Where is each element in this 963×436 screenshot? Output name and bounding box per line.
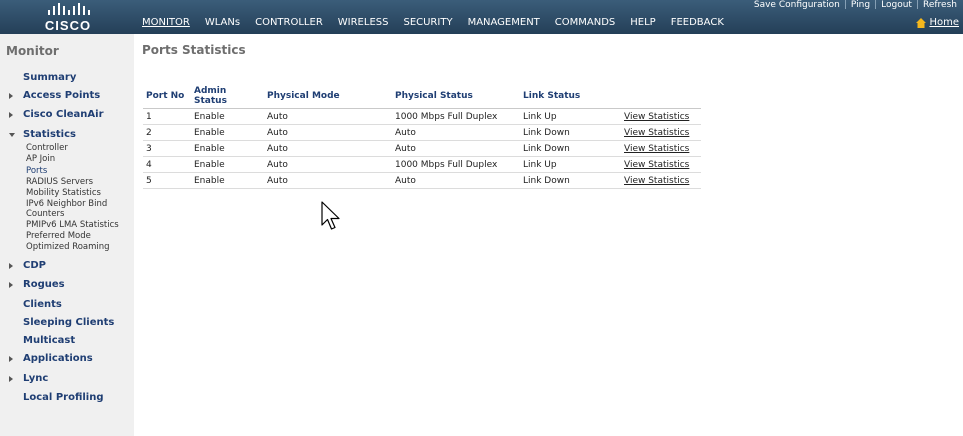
physical-mode-cell: Auto [264, 156, 392, 173]
sidebar-item-local-profiling[interactable]: Local Profiling [23, 392, 104, 403]
expand-arrow-icon[interactable] [9, 356, 13, 362]
admin-status-cell: Enable [191, 140, 264, 157]
sidebar-subitem-optimized-roaming[interactable]: Optimized Roaming [26, 242, 110, 252]
port-no-cell: 3 [143, 140, 191, 157]
physical-mode-cell: Auto [264, 140, 392, 157]
table-header-row: Port No Admin Status Physical Mode Physi… [143, 84, 701, 109]
sidebar-item-statistics[interactable]: Statistics [23, 129, 76, 140]
physical-status-cell: Auto [392, 124, 520, 141]
physical-mode-cell: Auto [264, 124, 392, 141]
nav-wireless[interactable]: WIRELESS [338, 17, 389, 28]
sidebar-subitem-controller[interactable]: Controller [26, 143, 68, 153]
collapse-arrow-icon[interactable] [9, 133, 15, 137]
expand-arrow-icon[interactable] [9, 376, 13, 382]
nav-commands[interactable]: COMMANDS [555, 17, 615, 28]
admin-status-cell: Enable [191, 172, 264, 189]
sidebar-subitem-ap-join[interactable]: AP Join [26, 154, 55, 164]
page-title: Ports Statistics [142, 43, 246, 57]
column-header-actions [621, 84, 701, 109]
admin-status-cell: Enable [191, 156, 264, 173]
nav-help[interactable]: HELP [630, 17, 655, 28]
view-statistics-link[interactable]: View Statistics [621, 140, 701, 157]
home-link[interactable]: Home [916, 17, 959, 28]
expand-arrow-icon[interactable] [9, 112, 13, 118]
sidebar-item-multicast[interactable]: Multicast [23, 335, 75, 346]
link-status-cell: Link Up [520, 108, 621, 125]
sidebar-title: Monitor [6, 44, 59, 58]
cisco-bars-icon [48, 3, 90, 15]
sidebar-subitem-mobility-statistics[interactable]: Mobility Statistics [26, 188, 101, 198]
column-header-link-status: Link Status [520, 84, 621, 109]
refresh-link[interactable]: Refresh [919, 0, 961, 10]
main-nav: MONITOR WLANs CONTROLLER WIRELESS SECURI… [142, 17, 739, 28]
column-header-physical-status: Physical Status [392, 84, 520, 109]
sidebar-subitem-radius-servers[interactable]: RADIUS Servers [26, 177, 93, 187]
logout-link[interactable]: Logout [877, 0, 916, 10]
sidebar-item-sleeping-clients[interactable]: Sleeping Clients [23, 317, 114, 328]
physical-status-cell: 1000 Mbps Full Duplex [392, 156, 520, 173]
table-row: 1 Enable Auto 1000 Mbps Full Duplex Link… [143, 108, 701, 125]
table-row: 2 Enable Auto Auto Link Down View Statis… [143, 124, 701, 141]
save-configuration-link[interactable]: Save Configuration [750, 0, 844, 10]
sidebar-item-applications[interactable]: Applications [23, 353, 93, 364]
nav-monitor[interactable]: MONITOR [142, 17, 190, 28]
home-icon [916, 17, 927, 28]
home-label: Home [929, 17, 959, 28]
admin-status-cell: Enable [191, 124, 264, 141]
sidebar-item-lync[interactable]: Lync [23, 373, 48, 384]
expand-arrow-icon[interactable] [9, 263, 13, 269]
top-header: CISCO Save Configuration | Ping | Logout… [0, 0, 963, 34]
sidebar-item-access-points[interactable]: Access Points [23, 90, 100, 101]
physical-status-cell: 1000 Mbps Full Duplex [392, 108, 520, 125]
sidebar-subitem-pmipv6-lma-statistics[interactable]: PMIPv6 LMA Statistics [26, 220, 119, 230]
column-header-physical-mode: Physical Mode [264, 84, 392, 109]
table-row: 4 Enable Auto 1000 Mbps Full Duplex Link… [143, 156, 701, 173]
sidebar-subitem-ipv6-neighbor-bind[interactable]: IPv6 Neighbor Bind [26, 199, 107, 209]
table-row: 5 Enable Auto Auto Link Down View Statis… [143, 172, 701, 189]
expand-arrow-icon[interactable] [9, 282, 13, 288]
ping-link[interactable]: Ping [847, 0, 874, 10]
expand-arrow-icon[interactable] [9, 93, 13, 99]
sidebar-subitem-preferred-mode[interactable]: Preferred Mode [26, 231, 91, 241]
nav-management[interactable]: MANAGEMENT [468, 17, 540, 28]
sidebar-item-clients[interactable]: Clients [23, 299, 62, 310]
column-header-admin-status: Admin Status [191, 84, 264, 109]
physical-status-cell: Auto [392, 140, 520, 157]
admin-status-cell: Enable [191, 108, 264, 125]
view-statistics-link[interactable]: View Statistics [621, 172, 701, 189]
ports-table: Port No Admin Status Physical Mode Physi… [143, 84, 701, 189]
view-statistics-link[interactable]: View Statistics [621, 124, 701, 141]
nav-feedback[interactable]: FEEDBACK [671, 17, 724, 28]
view-statistics-link[interactable]: View Statistics [621, 108, 701, 125]
link-status-cell: Link Up [520, 156, 621, 173]
link-status-cell: Link Down [520, 172, 621, 189]
port-no-cell: 5 [143, 172, 191, 189]
physical-status-cell: Auto [392, 172, 520, 189]
sidebar: Monitor Summary Access Points Cisco Clea… [0, 34, 134, 436]
sidebar-item-cisco-cleanair[interactable]: Cisco CleanAir [23, 109, 104, 120]
nav-wlans[interactable]: WLANs [205, 17, 240, 28]
link-status-cell: Link Down [520, 140, 621, 157]
sidebar-item-rogues[interactable]: Rogues [23, 279, 65, 290]
nav-controller[interactable]: CONTROLLER [255, 17, 323, 28]
cisco-logo: CISCO [40, 2, 96, 33]
logo-text: CISCO [44, 18, 92, 33]
view-statistics-link[interactable]: View Statistics [621, 156, 701, 173]
physical-mode-cell: Auto [264, 108, 392, 125]
port-no-cell: 4 [143, 156, 191, 173]
port-no-cell: 1 [143, 108, 191, 125]
link-status-cell: Link Down [520, 124, 621, 141]
sidebar-item-summary[interactable]: Summary [23, 72, 76, 83]
sidebar-subitem-ports[interactable]: Ports [26, 166, 47, 176]
sidebar-subitem-counters[interactable]: Counters [26, 209, 64, 219]
sidebar-item-cdp[interactable]: CDP [23, 260, 46, 271]
utility-links: Save Configuration | Ping | Logout | Ref… [750, 0, 961, 10]
port-no-cell: 2 [143, 124, 191, 141]
mouse-cursor-icon [321, 201, 340, 230]
physical-mode-cell: Auto [264, 172, 392, 189]
column-header-port-no: Port No [143, 84, 191, 109]
table-row: 3 Enable Auto Auto Link Down View Statis… [143, 140, 701, 157]
nav-security[interactable]: SECURITY [403, 17, 452, 28]
